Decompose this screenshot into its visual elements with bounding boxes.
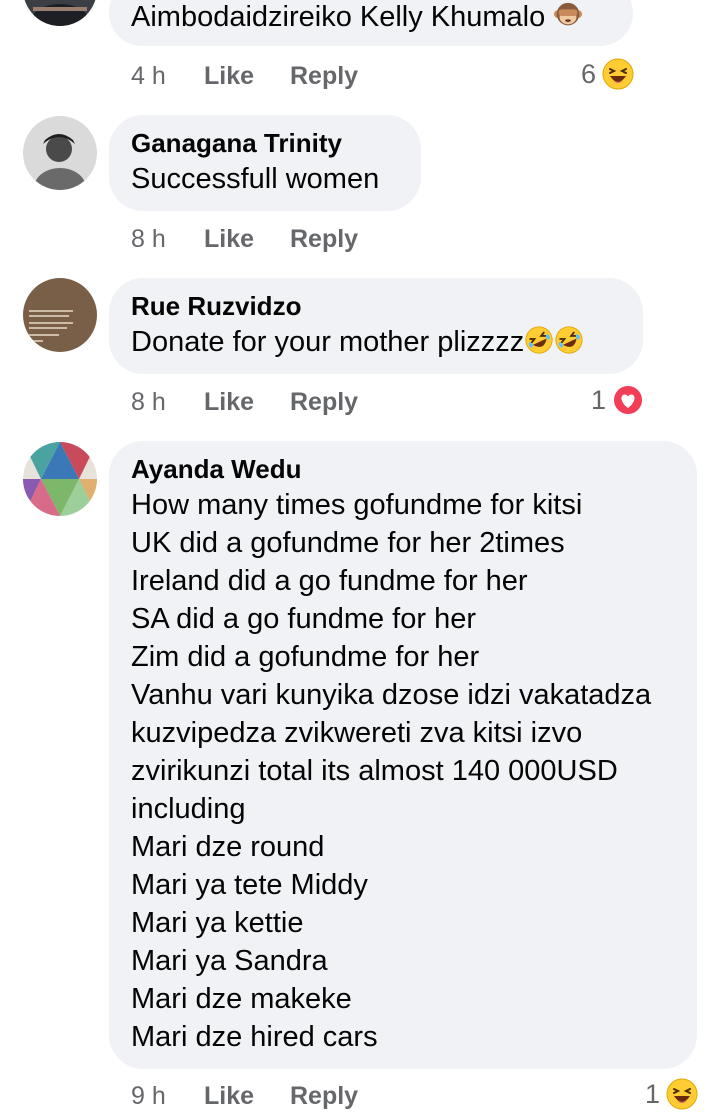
like-button[interactable]: Like bbox=[204, 1079, 254, 1113]
love-heart-icon bbox=[612, 384, 644, 416]
reply-button[interactable]: Reply bbox=[290, 59, 358, 93]
comment-text-line: Mari ya kettie bbox=[131, 907, 304, 939]
comment-author[interactable]: Rue Ruzvidzo bbox=[131, 289, 621, 323]
comment-text-line: UK did a gofundme for her 2times bbox=[131, 527, 565, 559]
timestamp: 8 h bbox=[131, 388, 166, 416]
comment-text-line: Mari dze round bbox=[131, 831, 325, 863]
timestamp: 8 h bbox=[131, 225, 166, 253]
avatar[interactable] bbox=[23, 116, 97, 190]
avatar[interactable] bbox=[23, 278, 97, 352]
timestamp: 9 h bbox=[131, 1082, 166, 1110]
reaction-count: 1 bbox=[644, 1079, 660, 1109]
comment-text-line: zvirikunzi total its almost 140 000USD bbox=[131, 755, 618, 787]
comment-text-line: How many times gofundme for kitsi bbox=[131, 489, 583, 521]
reply-button[interactable]: Reply bbox=[290, 222, 358, 256]
reaction-count: 1 bbox=[590, 385, 606, 415]
comment-text-line: Mari dze makeke bbox=[131, 983, 352, 1015]
comment-bubble: Ganagana Trinity Successfull women bbox=[109, 115, 421, 211]
reaction-summary[interactable]: 1 bbox=[634, 1076, 698, 1112]
comment-text-line: kuzvipedza zvikwereti zva kitsi izvo bbox=[131, 717, 583, 749]
comment-text-line: Mari dze hired cars bbox=[131, 1021, 378, 1053]
reply-button[interactable]: Reply bbox=[290, 385, 358, 419]
comment-text: Aimbodaidzireiko Kelly Khumalo bbox=[131, 0, 611, 36]
comment-text-line: Ireland did a go fundme for her bbox=[131, 565, 528, 597]
comment-author[interactable]: Ganagana Trinity bbox=[131, 126, 399, 160]
comment-bubble: Rue Ruzvidzo Donate for your mother pliz… bbox=[109, 278, 643, 374]
rolling-laughing-emoji-icon bbox=[524, 325, 554, 355]
comment-text-line: Vanhu vari kunyika dzose idzi vakatadza bbox=[131, 679, 652, 711]
like-button[interactable]: Like bbox=[204, 385, 254, 419]
rolling-laughing-emoji-icon bbox=[554, 325, 584, 355]
comment-bubble: Aimbodaidzireiko Kelly Khumalo bbox=[109, 0, 633, 46]
avatar[interactable] bbox=[23, 442, 97, 516]
laughing-emoji-icon bbox=[602, 58, 634, 90]
comment-text-line: Zim did a gofundme for her bbox=[131, 641, 480, 673]
reaction-summary[interactable]: 1 bbox=[580, 382, 644, 418]
avatar[interactable] bbox=[23, 0, 97, 26]
comment-author[interactable]: Ayanda Wedu bbox=[131, 452, 675, 486]
comment-text: Successfull women bbox=[131, 163, 380, 195]
timestamp: 4 h bbox=[131, 62, 166, 90]
like-button[interactable]: Like bbox=[204, 59, 254, 93]
reply-button[interactable]: Reply bbox=[290, 1079, 358, 1113]
comment-text-line: SA did a go fundme for her bbox=[131, 603, 476, 635]
comment-text-line: Mari ya tete Middy bbox=[131, 869, 368, 901]
laughing-emoji-icon bbox=[666, 1078, 698, 1110]
see-no-evil-monkey-icon bbox=[553, 0, 583, 30]
like-button[interactable]: Like bbox=[204, 222, 254, 256]
comment-text: Donate for your mother plizzzz bbox=[131, 323, 621, 361]
comment-text-line: Mari ya Sandra bbox=[131, 945, 328, 977]
comment-text-line: including bbox=[131, 793, 246, 825]
reaction-count: 6 bbox=[580, 59, 596, 89]
reaction-summary[interactable]: 6 bbox=[570, 56, 634, 92]
comment-bubble: Ayanda Wedu How many times gofundme for … bbox=[109, 441, 697, 1069]
